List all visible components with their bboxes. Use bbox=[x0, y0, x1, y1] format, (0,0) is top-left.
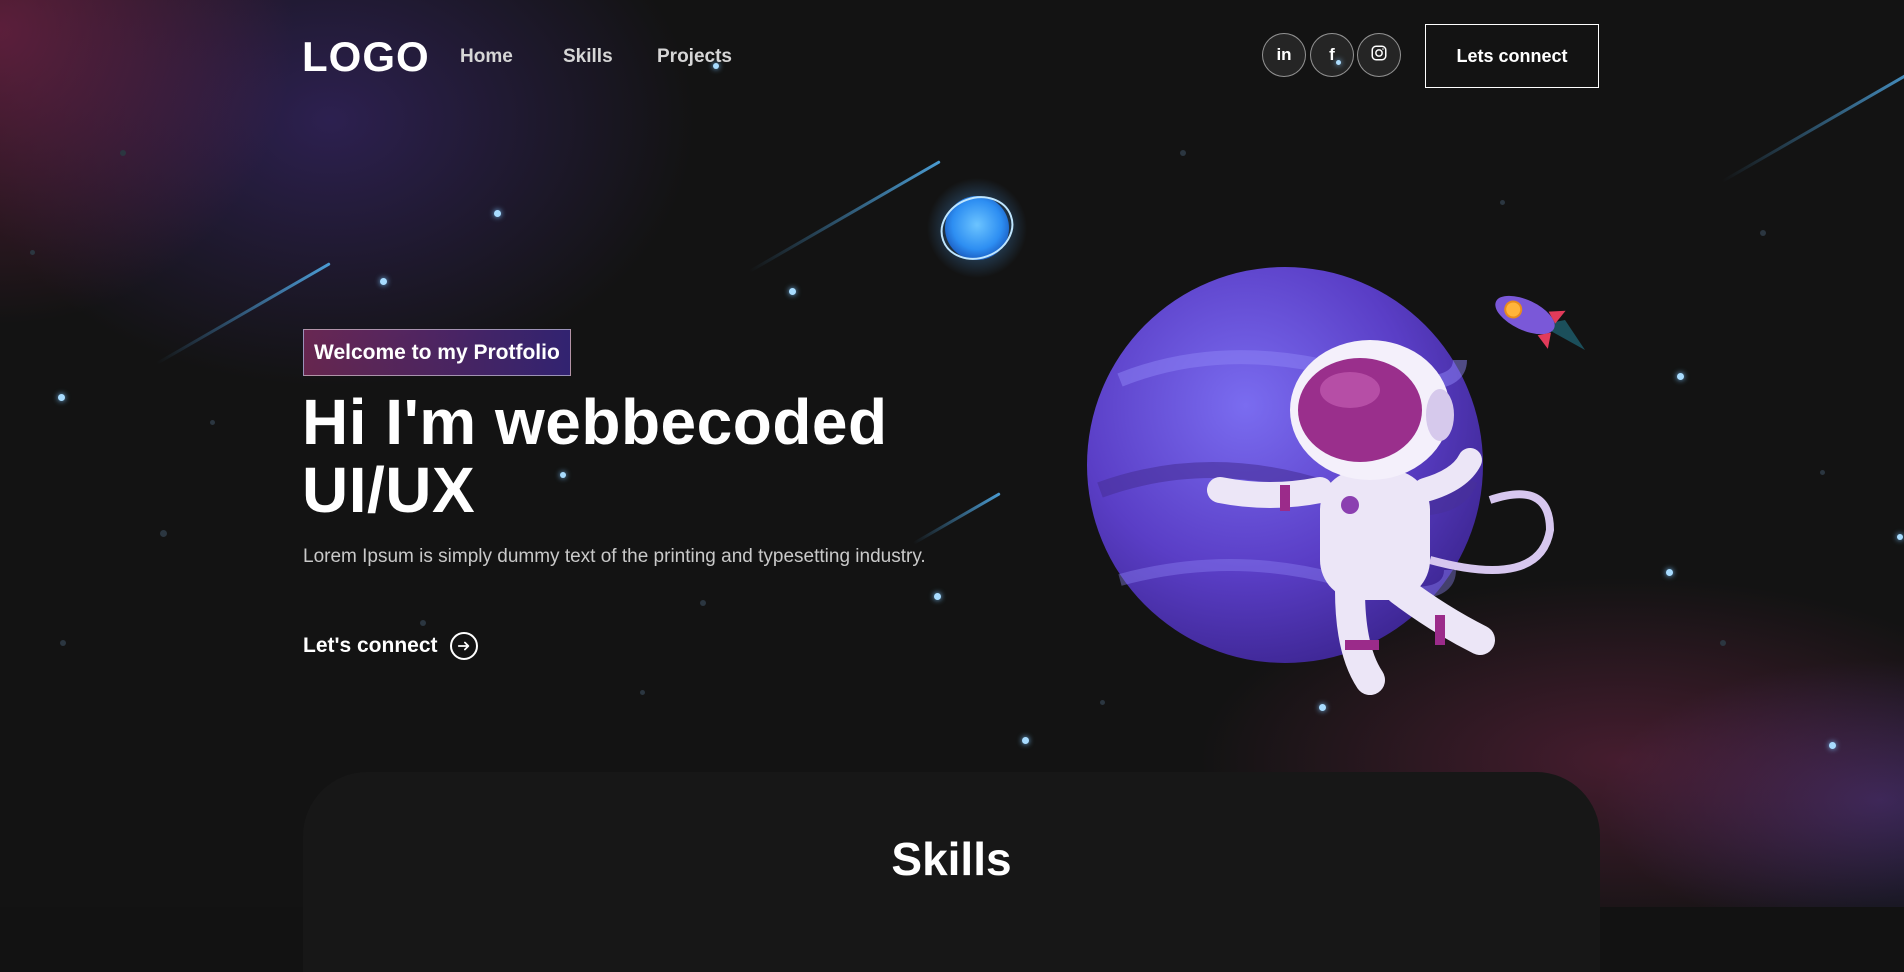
astronaut-planet-illustration bbox=[1087, 267, 1555, 695]
linkedin-icon: in bbox=[1276, 45, 1292, 64]
hero-connect-link[interactable]: Let's connect bbox=[303, 632, 478, 660]
hero-subtitle: Lorem Ipsum is simply dummy text of the … bbox=[303, 546, 926, 567]
linkedin-button[interactable]: in bbox=[1262, 33, 1306, 77]
hero-connect-label: Let's connect bbox=[303, 634, 438, 657]
nav-link-projects[interactable]: Projects bbox=[657, 46, 732, 68]
logo[interactable]: LOGO bbox=[302, 33, 430, 81]
facebook-icon: f bbox=[1329, 45, 1335, 64]
skills-section: Skills bbox=[303, 772, 1600, 972]
hero-headline: Hi I'm webbecoded UI/UX bbox=[302, 388, 888, 524]
blue-moon-icon bbox=[927, 178, 1027, 278]
starfield bbox=[0, 0, 1904, 907]
skills-title: Skills bbox=[891, 833, 1012, 885]
instagram-button[interactable] bbox=[1357, 33, 1401, 77]
lets-connect-button[interactable]: Lets connect bbox=[1425, 24, 1599, 88]
arrow-right-circle-icon bbox=[449, 632, 478, 660]
facebook-button[interactable]: f bbox=[1310, 33, 1354, 77]
welcome-tagline: Welcome to my Protfolio bbox=[303, 329, 571, 376]
instagram-icon bbox=[1370, 44, 1388, 67]
top-navbar: LOGO Home Skills Projects in f Lets conn… bbox=[0, 0, 1904, 114]
hero-headline-line2: UI/UX bbox=[302, 454, 476, 526]
hero-headline-line1: Hi I'm webbecoded bbox=[302, 386, 888, 458]
nav-link-skills[interactable]: Skills bbox=[563, 46, 613, 68]
nav-link-home[interactable]: Home bbox=[460, 46, 513, 68]
